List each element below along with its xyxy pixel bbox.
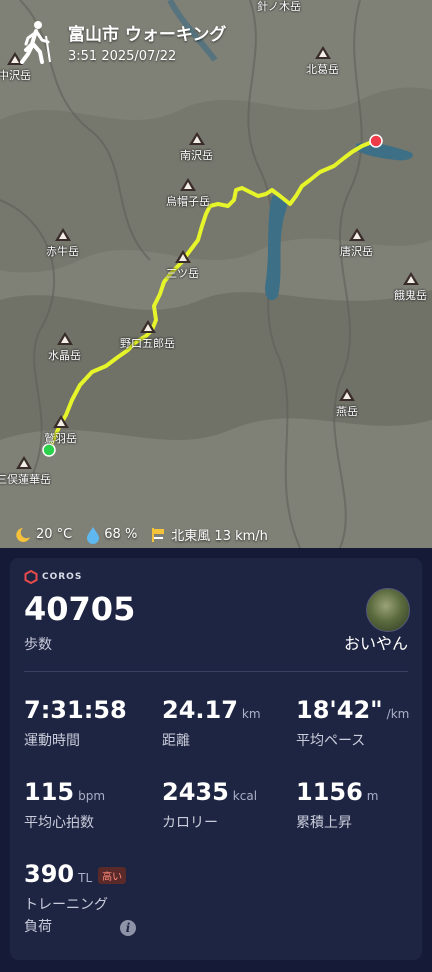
metric-unit: km [241,707,261,721]
peak-marker[interactable]: 南沢岳 [180,132,213,163]
peak-marker[interactable]: 水晶岳 [48,332,81,363]
avatar[interactable] [366,588,410,632]
peak-label: 燕岳 [336,405,358,418]
peak-marker[interactable]: 針ノ木岳 [257,0,301,14]
end-point [369,134,383,148]
peak-icon [314,46,331,59]
peak-marker[interactable]: 三俣蓮華岳 [0,456,51,487]
peak-icon [348,228,365,241]
stats-card: COROS 40705 歩数 おいやん 7:31:58 運動時間 24.17 km… [10,558,422,960]
metric-value: 24.17 [162,696,238,724]
peak-label: 野口五郎岳 [120,337,175,350]
wind-item: 北東風 13 km/h [151,525,268,544]
peak-marker[interactable]: 燕岳 [336,388,358,419]
metric-heart-rate: 115 bpm 平均心拍数 [24,778,105,832]
activity-header: 富山市 ウォーキング 3:51 2025/07/22 [16,20,226,64]
training-load-badge: 高い [98,866,127,884]
route-map[interactable]: 針ノ木岳 中沢岳 北葛岳 南沢岳 烏帽子岳 赤牛岳 唐沢岳 餓鬼岳 三ツ岳 野口… [0,0,432,548]
peak-icon [52,415,69,428]
metric-label: 平均心拍数 [24,815,94,831]
metric-duration: 7:31:58 運動時間 [24,696,127,750]
metric-value: 115 [24,778,75,806]
metric-label: 累積上昇 [296,815,352,831]
activity-datetime: 3:51 2025/07/22 [68,49,177,64]
metric-value: 1156 [296,778,363,806]
brand: COROS [24,570,82,584]
metric-label-line2: 負荷 [24,919,52,935]
peak-label: 北葛岳 [306,63,339,76]
metric-value: 2435 [162,778,229,806]
peak-label: 唐沢岳 [340,245,373,258]
peak-label: 烏帽子岳 [166,195,210,208]
peak-icon [174,250,191,263]
sun-moon-icon [16,527,30,542]
peak-label: 中沢岳 [0,69,31,82]
peak-marker[interactable]: 唐沢岳 [340,228,373,259]
peak-label: 三俣蓮華岳 [0,473,51,486]
metric-pace: 18'42"/km 平均ペース [296,696,409,750]
peak-label: 餓鬼岳 [394,289,427,302]
peak-marker[interactable]: 野口五郎岳 [120,320,175,351]
username: おいやん [343,634,408,653]
steps-value: 40705 [24,590,136,628]
temperature-value: 20 °C [36,527,73,542]
droplet-icon [87,526,100,544]
metric-unit: m [366,789,379,803]
peak-marker[interactable]: 餓鬼岳 [394,272,427,303]
terrain-layer [0,0,432,548]
metric-distance: 24.17 km 距離 [162,696,261,750]
brand-name: COROS [42,572,83,582]
peak-icon [54,228,71,241]
metric-label: トレーニング [24,897,108,913]
peak-icon [188,132,205,145]
peak-icon [56,332,73,345]
walker-icon [20,21,51,64]
humidity-item: 68 % [86,526,137,544]
wind-value: 北東風 13 km/h [171,529,268,544]
workout-share-screen: 針ノ木岳 中沢岳 北葛岳 南沢岳 烏帽子岳 赤牛岳 唐沢岳 餓鬼岳 三ツ岳 野口… [0,0,432,972]
metric-value: 390 [24,860,75,888]
peak-icon [339,388,355,401]
metric-label: カロリー [162,815,218,831]
metric-label: 距離 [162,733,190,749]
peak-label: 三ツ岳 [166,267,199,280]
peak-icon [180,178,196,191]
metric-training-load: 390 TL 高い トレーニング 負荷 [24,860,127,936]
peak-label: 鷲羽岳 [44,432,77,445]
peak-marker[interactable]: 赤牛岳 [46,228,79,259]
weather-bar: 20 °C 68 % 北東風 13 km/h [14,525,282,544]
metric-calories: 2435 kcal カロリー [162,778,257,832]
peak-icon [139,320,156,333]
peak-icon [402,272,419,285]
metric-value: 7:31:58 [24,696,127,724]
metric-unit: bpm [78,789,106,803]
humidity-value: 68 % [104,527,138,542]
metric-unit: kcal [232,789,258,803]
peak-label: 針ノ木岳 [257,0,301,13]
wind-icon [152,527,165,542]
peak-label: 水晶岳 [48,349,81,362]
divider [24,671,408,672]
peak-icon [15,456,32,469]
peak-label: 南沢岳 [180,149,213,162]
metric-unit: TL [78,871,93,885]
coros-logo-icon [24,570,38,584]
metric-unit: /km [386,707,410,721]
temperature-item: 20 °C [14,526,72,544]
peak-marker[interactable]: 鷲羽岳 [44,415,77,446]
metric-elevation-gain: 1156 m 累積上昇 [296,778,379,832]
activity-title: 富山市 ウォーキング [68,25,227,45]
peak-label: 赤牛岳 [46,245,79,258]
peak-marker[interactable]: 北葛岳 [306,46,339,77]
peak-marker[interactable]: 三ツ岳 [166,250,199,281]
metric-label: 平均ペース [296,733,366,749]
info-icon[interactable]: i [120,920,136,936]
steps-label: 歩数 [24,637,52,653]
metric-value: 18'42" [296,696,383,724]
metric-label: 運動時間 [24,733,80,749]
peak-marker[interactable]: 烏帽子岳 [166,178,210,209]
